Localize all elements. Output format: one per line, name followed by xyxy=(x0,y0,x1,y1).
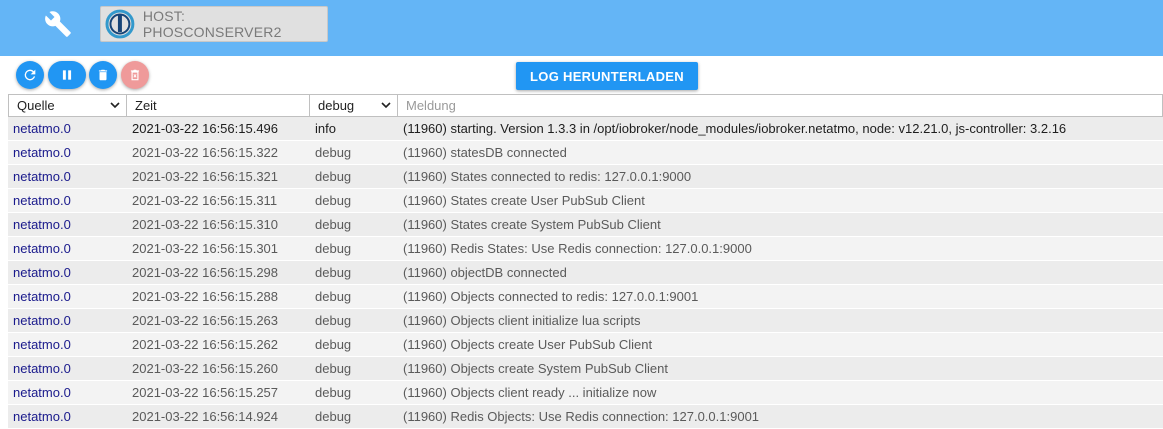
filter-header: Quelle Zeit debug Meldung xyxy=(8,94,1163,117)
table-row: netatmo.0 2021-03-22 16:56:15.260 debug (11… xyxy=(8,357,1163,381)
source-cell: netatmo.0 xyxy=(13,265,71,280)
table-row: netatmo.0 2021-03-22 16:56:15.298 debug (11… xyxy=(8,261,1163,285)
severity-cell: debug xyxy=(315,289,352,304)
severity-cell: debug xyxy=(315,313,352,328)
log-rows: netatmo.0 2021-03-22 16:56:15.496 info (119… xyxy=(8,117,1163,429)
message-filter-input[interactable]: Meldung xyxy=(398,95,1162,116)
message-filter-placeholder: Meldung xyxy=(406,98,456,113)
severity-cell: debug xyxy=(315,385,352,400)
source-filter[interactable]: Quelle xyxy=(9,95,127,116)
source-cell: netatmo.0 xyxy=(13,169,71,184)
iobroker-logo xyxy=(105,9,135,39)
table-row: netatmo.0 2021-03-22 16:56:15.322 debug (11… xyxy=(8,141,1163,165)
source-cell: netatmo.0 xyxy=(13,241,71,256)
time-cell: 2021-03-22 16:56:15.322 xyxy=(132,145,279,160)
time-cell: 2021-03-22 16:56:15.311 xyxy=(132,193,278,208)
message-cell: (11960) Objects client ready ... initial… xyxy=(403,385,657,400)
severity-cell: debug xyxy=(315,409,352,424)
severity-cell: info xyxy=(315,121,336,136)
severity-cell: debug xyxy=(315,193,352,208)
time-filter-label: Zeit xyxy=(135,98,157,113)
host-selector[interactable]: HOST: PHOSCONSERVER2 xyxy=(100,6,328,42)
refresh-icon xyxy=(24,69,36,81)
time-cell: 2021-03-22 16:56:15.260 xyxy=(132,361,279,376)
source-cell: netatmo.0 xyxy=(13,289,71,304)
message-cell: (11960) States create System PubSub Clie… xyxy=(403,217,661,232)
refresh-button[interactable] xyxy=(16,61,44,89)
table-row: netatmo.0 2021-03-22 16:56:14.924 debug (11… xyxy=(8,405,1163,429)
severity-cell: debug xyxy=(315,361,352,376)
message-cell: (11960) Objects create System PubSub Cli… xyxy=(403,361,668,376)
delete-button[interactable] xyxy=(89,61,117,89)
severity-cell: debug xyxy=(315,145,352,160)
time-cell: 2021-03-22 16:56:15.288 xyxy=(132,289,279,304)
table-row: netatmo.0 2021-03-22 16:56:15.301 debug (11… xyxy=(8,237,1163,261)
severity-cell: debug xyxy=(315,265,352,280)
table-row: netatmo.0 2021-03-22 16:56:15.262 debug (11… xyxy=(8,333,1163,357)
delete-all-button[interactable] xyxy=(121,61,149,89)
message-cell: (11960) Objects connected to redis: 127.… xyxy=(403,289,699,304)
source-cell: netatmo.0 xyxy=(13,193,71,208)
table-row: netatmo.0 2021-03-22 16:56:15.321 debug (11… xyxy=(8,165,1163,189)
table-row: netatmo.0 2021-03-22 16:56:15.310 debug (11… xyxy=(8,213,1163,237)
message-cell: (11960) Redis Objects: Use Redis connect… xyxy=(403,409,760,424)
message-cell: (11960) objectDB connected xyxy=(403,265,567,280)
table-row: netatmo.0 2021-03-22 16:56:15.496 info (119… xyxy=(8,117,1163,141)
delete-all-icon xyxy=(130,69,140,81)
severity-cell: debug xyxy=(315,169,352,184)
message-cell: (11960) Redis States: Use Redis connecti… xyxy=(403,241,752,256)
time-cell: 2021-03-22 16:56:15.310 xyxy=(132,217,279,232)
time-cell: 2021-03-22 16:56:15.262 xyxy=(132,337,279,352)
source-cell: netatmo.0 xyxy=(13,361,71,376)
severity-cell: debug xyxy=(315,241,352,256)
wrench-icon[interactable] xyxy=(44,10,72,38)
table-row: netatmo.0 2021-03-22 16:56:15.311 debug (11… xyxy=(8,189,1163,213)
message-cell: (11960) starting. Version 1.3.3 in /opt/… xyxy=(403,121,1067,136)
source-cell: netatmo.0 xyxy=(13,217,71,232)
time-filter[interactable]: Zeit xyxy=(127,95,310,116)
download-log-button[interactable]: LOG HERUNTERLADEN xyxy=(516,62,698,90)
table-row: netatmo.0 2021-03-22 16:56:15.288 debug (11… xyxy=(8,285,1163,309)
time-cell: 2021-03-22 16:56:15.257 xyxy=(132,385,279,400)
source-cell: netatmo.0 xyxy=(13,337,71,352)
source-cell: netatmo.0 xyxy=(13,121,71,136)
message-cell: (11960) States create User PubSub Client xyxy=(403,193,645,208)
message-cell: (11960) statesDB connected xyxy=(403,145,567,160)
severity-cell: debug xyxy=(315,337,352,352)
chevron-down-icon xyxy=(381,102,391,109)
source-cell: netatmo.0 xyxy=(13,385,71,400)
time-cell: 2021-03-22 16:56:15.321 xyxy=(132,169,279,184)
message-cell: (11960) States connected to redis: 127.0… xyxy=(403,169,692,184)
time-cell: 2021-03-22 16:56:15.263 xyxy=(132,313,279,328)
pause-button[interactable] xyxy=(48,61,86,89)
source-cell: netatmo.0 xyxy=(13,409,71,424)
time-cell: 2021-03-22 16:56:15.301 xyxy=(132,241,279,256)
top-bar: HOST: PHOSCONSERVER2 xyxy=(0,0,1163,56)
source-filter-label: Quelle xyxy=(17,98,55,113)
severity-filter-label: debug xyxy=(318,98,355,113)
source-cell: netatmo.0 xyxy=(13,313,71,328)
message-cell: (11960) Objects create User PubSub Clien… xyxy=(403,337,653,352)
host-label: HOST: PHOSCONSERVER2 xyxy=(142,8,282,40)
time-cell: 2021-03-22 16:56:15.496 xyxy=(132,121,279,136)
chevron-down-icon xyxy=(110,102,120,109)
severity-filter[interactable]: debug xyxy=(310,95,398,116)
severity-cell: debug xyxy=(315,217,352,232)
delete-icon xyxy=(98,69,108,81)
table-row: netatmo.0 2021-03-22 16:56:15.263 debug (11… xyxy=(8,309,1163,333)
log-table: Quelle Zeit debug Meldung netatmo.0 2021-… xyxy=(8,94,1163,429)
time-cell: 2021-03-22 16:56:15.298 xyxy=(132,265,279,280)
time-cell: 2021-03-22 16:56:14.924 xyxy=(132,409,279,424)
pause-icon xyxy=(62,70,72,80)
table-row: netatmo.0 2021-03-22 16:56:15.257 debug (11… xyxy=(8,381,1163,405)
source-cell: netatmo.0 xyxy=(13,145,71,160)
message-cell: (11960) Objects client initialize lua sc… xyxy=(403,313,641,328)
